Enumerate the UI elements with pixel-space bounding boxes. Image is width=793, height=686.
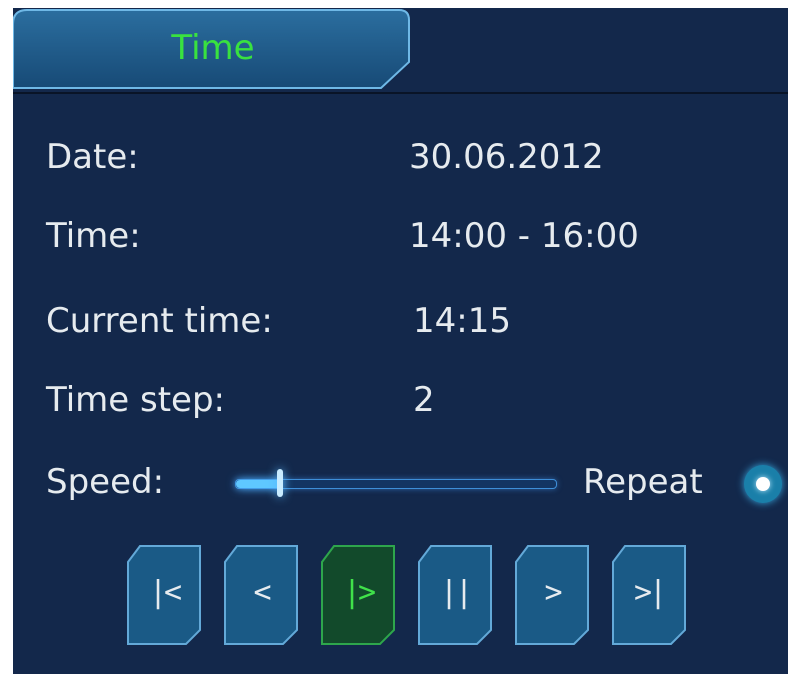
- pause-icon: ||: [439, 575, 473, 610]
- speed-slider-thumb[interactable]: [277, 469, 283, 497]
- time-range-value: 14:00 - 16:00: [409, 216, 639, 256]
- current-time-label: Current time:: [46, 301, 273, 341]
- speed-label: Speed:: [46, 462, 165, 502]
- tab-time-label: Time: [171, 28, 255, 68]
- skip-to-start-icon: |<: [148, 575, 182, 610]
- speed-slider[interactable]: [231, 468, 561, 498]
- pause-button[interactable]: ||: [417, 544, 493, 646]
- time-panel: Time Date: 30.06.2012 Time: 14:00 - 16:0…: [13, 8, 788, 674]
- tab-divider: [13, 92, 788, 94]
- skip-to-end-button[interactable]: >|: [611, 544, 687, 646]
- step-back-icon: <: [253, 575, 271, 610]
- speed-slider-fill: [236, 480, 281, 488]
- step-back-button[interactable]: <: [223, 544, 299, 646]
- repeat-toggle[interactable]: [744, 465, 782, 503]
- step-forward-button[interactable]: >: [514, 544, 590, 646]
- current-time-value: 14:15: [413, 301, 511, 341]
- repeat-label: Repeat: [583, 462, 703, 502]
- date-label: Date:: [46, 137, 139, 177]
- date-value: 30.06.2012: [409, 137, 604, 177]
- repeat-toggle-indicator: [756, 477, 770, 491]
- speed-slider-track[interactable]: [235, 479, 557, 489]
- play-icon: |>: [342, 575, 376, 610]
- time-step-value: 2: [413, 380, 435, 420]
- play-button[interactable]: |>: [320, 544, 396, 646]
- step-forward-icon: >: [544, 575, 562, 610]
- skip-to-start-button[interactable]: |<: [126, 544, 202, 646]
- time-step-label: Time step:: [46, 380, 226, 420]
- time-label: Time:: [46, 216, 141, 256]
- skip-to-end-icon: >|: [633, 575, 667, 610]
